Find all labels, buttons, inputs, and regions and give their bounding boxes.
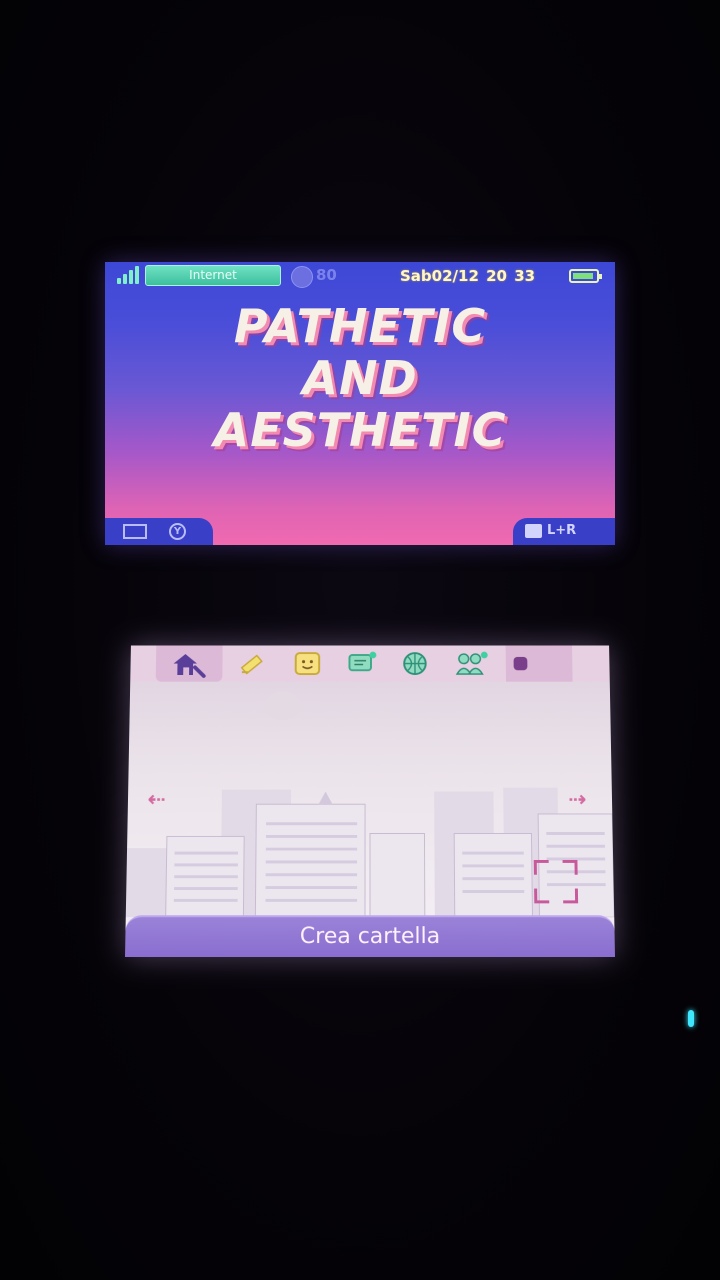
record-icon [513,656,528,671]
play-coin-icon [291,266,313,288]
date-time: Sab02/12 20 33 [400,267,536,285]
internet-status: Internet [145,265,281,286]
power-led [688,1010,694,1027]
headline-line-3: AESTHETIC [213,403,507,457]
battery-icon [569,269,602,283]
play-coin-count: 80 [316,266,337,284]
home-settings-icon [173,654,207,679]
y-button-icon: Y [169,523,186,540]
notifications-icon[interactable] [348,651,377,676]
internet-browser-icon[interactable] [400,651,429,676]
home-menu-bar [130,645,610,682]
camera-album-tab[interactable]: Y [105,518,213,545]
game-notes-icon[interactable] [238,651,268,676]
moon-decoration [264,691,301,721]
headline-line-2: AND [302,351,418,405]
bottom-screen[interactable]: ⇠ ⇢ Crea cartella [125,645,615,957]
theme-headline: PATHETIC AND AESTHETIC [105,300,615,456]
camera-app-tab[interactable] [505,645,573,682]
miiverse-icon[interactable] [453,651,488,676]
scroll-left-arrow[interactable]: ⇠ [144,788,170,813]
top-screen: Internet 80 Sab02/12 20 33 PATHETIC AND … [105,262,615,545]
signal-strength-icon [115,266,143,284]
selection-cursor [533,859,579,904]
lr-button-label: L+R [547,523,577,538]
status-bar: Internet 80 Sab02/12 20 33 [105,262,615,290]
create-folder-button[interactable]: Crea cartella [125,915,615,957]
camera-icon [525,524,542,538]
home-settings-tab[interactable] [155,645,223,682]
scroll-right-arrow[interactable]: ⇢ [564,788,590,813]
headline-line-1: PATHETIC [233,299,487,353]
friend-list-icon[interactable] [293,651,322,676]
album-icon [123,524,147,539]
screenshot-tab[interactable]: L+R [513,518,615,545]
